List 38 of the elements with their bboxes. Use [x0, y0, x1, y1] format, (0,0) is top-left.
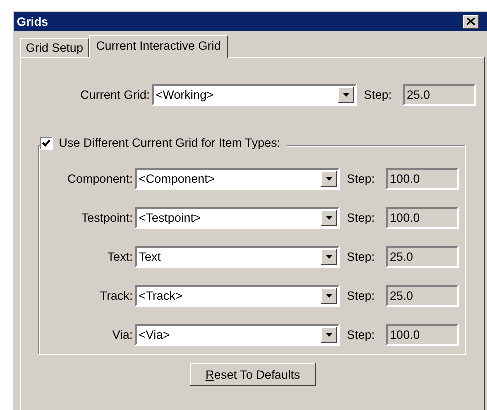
- step-label: Step:: [347, 289, 376, 303]
- reset-button[interactable]: Reset To Defaults: [190, 363, 316, 386]
- field-label: Current Grid:: [80, 88, 151, 102]
- step-label: Step:: [347, 211, 376, 225]
- grid-dropdown[interactable]: Text: [135, 246, 340, 268]
- step-label: Step:: [347, 172, 376, 186]
- tab[interactable]: Grid Setup: [20, 38, 90, 57]
- grid-dropdown[interactable]: <Testpoint>: [135, 207, 340, 229]
- field-label: Track:: [99, 289, 134, 303]
- close-icon: [467, 18, 475, 25]
- dropdown-value: <Track>: [138, 289, 183, 303]
- step-field: 100.0: [386, 168, 459, 190]
- dropdown-value: <Component>: [138, 172, 216, 186]
- dropdown-value: <Working>: [155, 88, 214, 102]
- field-label: Testpoint:: [80, 211, 134, 225]
- grid-dropdown[interactable]: <Track>: [135, 285, 340, 307]
- step-field: 25.0: [386, 285, 459, 307]
- step-field: 100.0: [386, 324, 459, 346]
- checkbox[interactable]: [40, 136, 53, 150]
- dropdown-value: <Via>: [138, 328, 170, 342]
- dropdown-value: <Testpoint>: [138, 211, 202, 225]
- field-label: Via:: [112, 328, 134, 342]
- step-field: 100.0: [386, 207, 459, 229]
- dropdown-value: Text: [138, 250, 162, 264]
- close-button[interactable]: [463, 14, 479, 28]
- step-label: Step:: [347, 250, 376, 264]
- step-label: Step:: [364, 88, 394, 102]
- checkbox-label: Use Different Current Grid for Item Types:: [59, 136, 281, 150]
- grid-dropdown[interactable]: <Component>: [135, 168, 340, 190]
- tab[interactable]: Current Interactive Grid: [89, 35, 228, 58]
- window-title: Grids: [17, 14, 48, 28]
- grid-dropdown[interactable]: <Via>: [135, 324, 340, 346]
- field-label: Component:: [66, 172, 134, 186]
- grid-dropdown[interactable]: <Working>: [152, 84, 357, 106]
- step-field: 25.0: [403, 84, 476, 106]
- step-field: 25.0: [386, 246, 459, 268]
- step-label: Step:: [347, 328, 376, 342]
- field-label: Text:: [106, 250, 134, 264]
